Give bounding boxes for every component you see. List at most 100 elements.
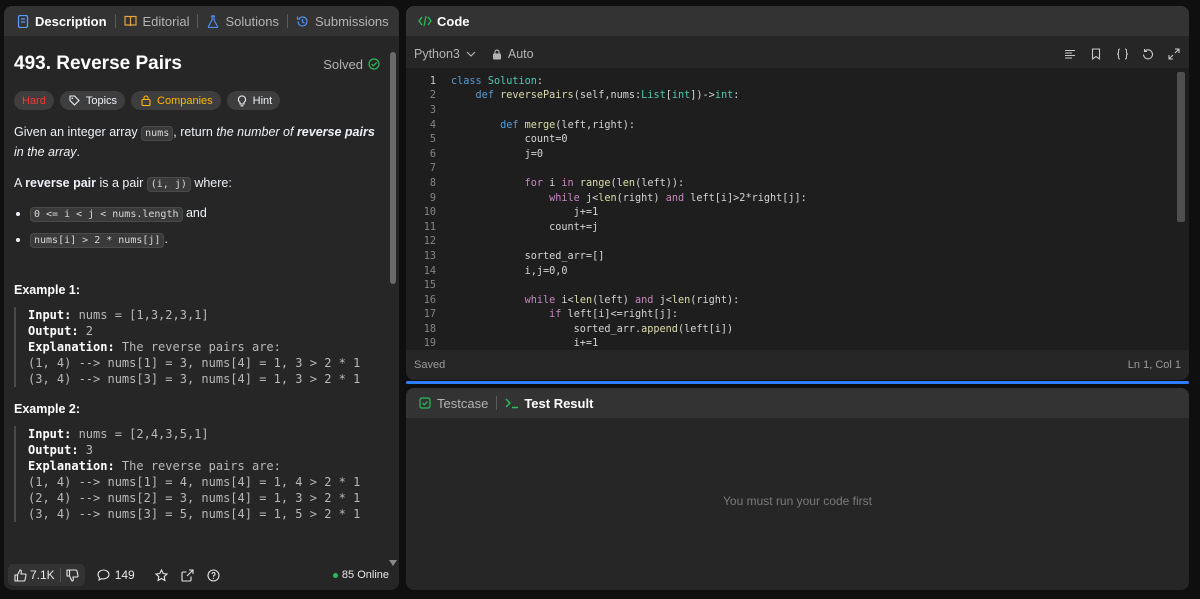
expand-icon[interactable] (1167, 47, 1181, 61)
inline-code: nums (141, 126, 174, 141)
editor-toolbar: Python3 Auto (406, 42, 1189, 66)
flask-icon (206, 14, 220, 28)
format-lines-icon[interactable] (1063, 47, 1077, 61)
constraint-list: 0 <= i < j < nums.length and nums[i] > 2… (30, 206, 381, 248)
editor-scrollbar-thumb[interactable] (1177, 72, 1185, 222)
code-editor[interactable]: 1 class Solution: 2 def reversePairs(self,… (406, 68, 1189, 350)
statement-bold: reverse pairs (296, 125, 375, 139)
example-block: Input: nums = [1,3,2,3,1] Output: 2 Explan… (14, 307, 381, 387)
line-number: 5 (429, 134, 436, 146)
tab-test-result[interactable]: Test Result (501, 396, 597, 411)
braces-icon[interactable] (1115, 47, 1129, 61)
code-text: count=0 (451, 134, 568, 146)
code-text: i,j=0,0 (451, 265, 568, 277)
code-tabbar: Code (406, 6, 1189, 36)
code-line[interactable]: 1 class Solution: (406, 74, 1189, 89)
example-label: Output: (28, 443, 79, 457)
like-count: 7.1K (30, 568, 55, 582)
code-line[interactable]: 3 (406, 103, 1189, 118)
tab-solutions-label: Solutions (225, 13, 279, 29)
tab-code[interactable]: Code (414, 14, 474, 29)
statement-paragraph-1: Given an integer array nums, return the … (14, 123, 381, 161)
reset-icon[interactable] (1141, 47, 1155, 61)
thumbs-up-icon (13, 568, 27, 582)
line-number: 1 (429, 75, 436, 87)
list-item: 0 <= i < j < nums.length and (30, 206, 381, 222)
editor-scrollbar[interactable] (1177, 72, 1185, 342)
code-line[interactable]: 14 i,j=0,0 (406, 264, 1189, 279)
tab-solutions[interactable]: Solutions (202, 14, 282, 29)
code-line[interactable]: 18 sorted_arr.append(left[i]) (406, 322, 1189, 337)
chevron-down-icon (464, 47, 478, 61)
companies-button[interactable]: Companies (131, 91, 221, 110)
tab-description[interactable]: Description (12, 14, 111, 29)
code-line[interactable]: 16 while i<len(left) and j<len(right): (406, 293, 1189, 308)
example-value: nums = [1,3,2,3,1] (71, 308, 209, 322)
line-number: 7 (429, 163, 436, 175)
line-number: 3 (429, 104, 436, 116)
dislike-button[interactable] (61, 568, 85, 582)
line-number: 15 (423, 280, 436, 292)
comments-button[interactable]: 149 (97, 568, 135, 582)
code-line[interactable]: 6 j=0 (406, 147, 1189, 162)
panel-resize-handle[interactable] (406, 381, 1189, 384)
tab-testcase-label: Testcase (437, 395, 489, 411)
description-panel: Description Editorial Solutions Submissi… (4, 6, 399, 590)
line-number: 17 (423, 309, 436, 321)
line-number: 2 (429, 90, 436, 102)
code-line[interactable]: 9 while j<len(right) and left[i]>2*right… (406, 191, 1189, 206)
online-dot-icon (332, 572, 338, 578)
favorite-button[interactable] (155, 568, 169, 582)
example-1: Example 1: Input: nums = [1,3,2,3,1] Outp… (14, 283, 381, 387)
code-line[interactable]: 10 j+=1 (406, 205, 1189, 220)
hint-label: Hint (252, 94, 273, 107)
editor-actions (1063, 47, 1181, 61)
example-value: The reverse pairs are: (114, 459, 281, 473)
code-line[interactable]: 5 count=0 (406, 132, 1189, 147)
topics-button[interactable]: Topics (59, 91, 126, 110)
line-number: 4 (429, 119, 436, 131)
code-line[interactable]: 17 if left[i]<=right[j]: (406, 308, 1189, 323)
tab-submissions[interactable]: Submissions (292, 14, 393, 29)
example-value: The reverse pairs are: (114, 340, 281, 354)
question-circle-icon (207, 568, 221, 582)
code-line[interactable]: 15 (406, 278, 1189, 293)
share-button[interactable] (181, 568, 195, 582)
bookmark-icon[interactable] (1089, 47, 1103, 61)
left-tabbar: Description Editorial Solutions Submissi… (4, 6, 399, 36)
description-footer: 7.1K 149 85 Online (4, 560, 399, 590)
code-text: for i in range(len(left)): (524, 177, 685, 189)
comment-icon (97, 568, 111, 582)
code-line[interactable]: 2 def reversePairs(self,nums:List[int])-… (406, 89, 1189, 104)
empty-result-message: You must run your code first (723, 494, 872, 508)
tab-testcase[interactable]: Testcase (414, 396, 492, 411)
check-circle-icon (367, 57, 381, 71)
language-select[interactable]: Python3 (414, 47, 478, 61)
example-label: Explanation: (28, 459, 115, 473)
scrollbar-thumb[interactable] (390, 52, 396, 284)
code-line[interactable]: 13 sorted_arr=[] (406, 249, 1189, 264)
line-number: 18 (423, 323, 436, 335)
example-line: (3, 4) --> nums[3] = 3, nums[4] = 1, 3 >… (28, 372, 361, 386)
description-scrollbar[interactable] (389, 42, 397, 566)
statement-italic: in the array (14, 145, 77, 159)
tab-editorial[interactable]: Editorial (120, 14, 194, 29)
statement-text: is a pair (96, 176, 147, 190)
code-line[interactable]: 12 (406, 235, 1189, 250)
code-line[interactable]: 11 count+=j (406, 220, 1189, 235)
example-heading: Example 1: (14, 283, 81, 297)
code-line[interactable]: 8 for i in range(len(left)): (406, 176, 1189, 191)
statement-paragraph-2: A reverse pair is a pair (i, j) where: (14, 174, 381, 194)
code-line[interactable]: 7 (406, 162, 1189, 177)
example-2: Example 2: Input: nums = [2,4,3,5,1] Outp… (14, 402, 381, 522)
hint-button[interactable]: Hint (226, 91, 281, 110)
online-indicator: 85 Online (332, 569, 389, 581)
difficulty-badge: Hard (14, 91, 54, 110)
like-button[interactable]: 7.1K (8, 568, 60, 582)
example-line: (1, 4) --> nums[1] = 3, nums[4] = 1, 3 >… (28, 356, 361, 370)
auto-mode-toggle[interactable]: Auto (490, 47, 534, 61)
line-number: 19 (423, 338, 436, 350)
code-line[interactable]: 4 def merge(left,right): (406, 118, 1189, 133)
code-text: j=0 (451, 148, 544, 160)
help-button[interactable] (207, 568, 221, 582)
